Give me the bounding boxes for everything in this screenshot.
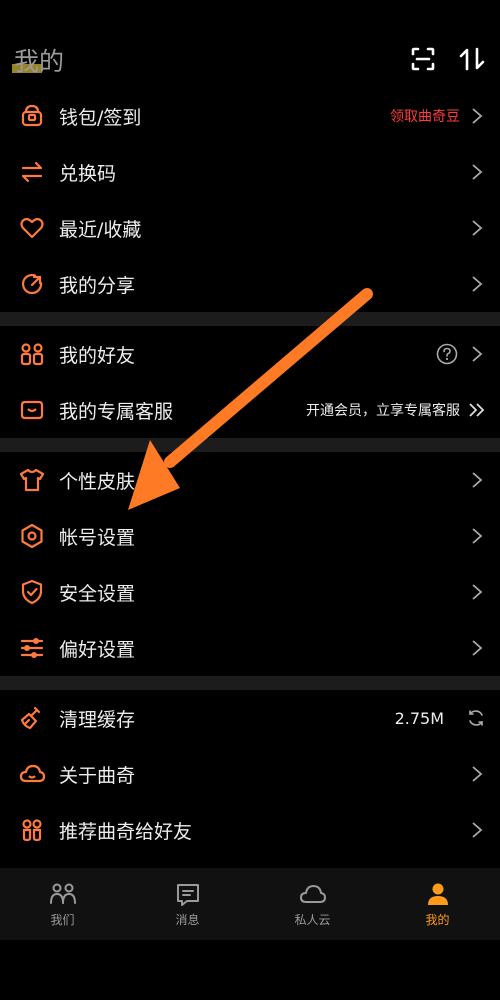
menu-item-clear-cache[interactable]: 清理缓存 2.75M [0,690,500,746]
menu-item-recent-favorites[interactable]: 最近/收藏 [0,200,500,256]
menu-label: 安全设置 [59,582,136,605]
menu-label: 我的好友 [59,344,136,367]
service-promo-text[interactable]: 开通会员，立享专属客服 [306,400,460,420]
double-chevron-right-icon [469,403,485,417]
menu-item-preferences[interactable]: 偏好设置 [0,620,500,676]
menu-label: 帐号设置 [59,526,136,549]
section-settings: 个性皮肤 帐号设置 安全设置 偏好设置 [0,452,500,676]
friends-icon [20,343,44,366]
chevron-right-icon [472,220,483,236]
chevron-right-icon [472,276,483,292]
scan-icon[interactable] [408,44,438,74]
message-icon [176,883,199,906]
menu-label: 推荐曲奇给好友 [59,820,193,843]
section-divider [0,312,500,326]
settings-icon [21,523,43,549]
sliders-icon [20,638,44,658]
chevron-right-icon [472,640,483,656]
tab-label: 消息 [175,912,200,927]
bottom-tab-bar: 我们 消息 私人云 我的 [0,868,500,940]
menu-label: 关于曲奇 [59,764,136,787]
tab-private-cloud[interactable]: 私人云 [250,868,375,940]
bottom-blank-area [0,940,500,1000]
menu-item-security-settings[interactable]: 安全设置 [0,564,500,620]
chevron-right-icon [472,528,483,544]
chevron-right-icon [472,766,483,782]
menu-label: 我的分享 [59,274,136,297]
menu-item-my-friends[interactable]: 我的好友 [0,326,500,382]
menu-item-my-shares[interactable]: 我的分享 [0,256,500,312]
tab-mine[interactable]: 我的 [375,868,500,940]
wallet-icon [21,104,43,127]
tab-label: 我们 [50,912,75,927]
menu-label: 兑换码 [59,162,117,185]
refresh-icon[interactable] [466,708,486,728]
people-icon [49,883,76,904]
menu-item-recommend[interactable]: 推荐曲奇给好友 [0,802,500,858]
section-account: 钱包/签到 领取曲奇豆 兑换码 最近/收藏 我的分享 [0,88,500,312]
menu-label: 个性皮肤 [59,470,136,493]
cloud-icon [299,884,326,903]
menu-item-about[interactable]: 关于曲奇 [0,746,500,802]
page-title: 我的 [14,47,65,76]
cloud-icon [19,764,46,783]
recommend-icon [22,819,42,842]
menu-item-exchange-code[interactable]: 兑换码 [0,144,500,200]
exchange-icon [21,161,43,183]
menu-item-wallet[interactable]: 钱包/签到 领取曲奇豆 [0,88,500,144]
chevron-right-icon [472,822,483,838]
tab-messages[interactable]: 消息 [125,868,250,940]
menu-label: 最近/收藏 [59,218,142,241]
chevron-right-icon [472,472,483,488]
menu-label: 偏好设置 [59,638,136,661]
chevron-right-icon [472,164,483,180]
service-icon [20,400,44,420]
tab-label: 我的 [425,912,450,927]
shirt-icon [19,468,45,492]
heart-icon [20,217,44,239]
help-icon[interactable] [436,343,458,365]
section-about: 清理缓存 2.75M 关于曲奇 推荐曲奇给好友 [0,690,500,858]
top-bar: 我的 [0,0,500,88]
section-divider [0,438,500,452]
chevron-right-icon [472,584,483,600]
share-icon [21,273,43,295]
chevron-right-icon [472,346,483,362]
broom-icon [20,706,41,730]
person-icon [427,883,448,905]
menu-item-skins[interactable]: 个性皮肤 [0,452,500,508]
section-social: 我的好友 我的专属客服 开通会员，立享专属客服 [0,326,500,438]
sort-icon[interactable] [457,44,487,74]
shield-icon [21,579,43,605]
section-divider [0,676,500,690]
chevron-right-icon [472,108,483,124]
cache-size: 2.75M [394,708,444,728]
wallet-promo-text[interactable]: 领取曲奇豆 [390,106,460,126]
menu-item-account-settings[interactable]: 帐号设置 [0,508,500,564]
tab-us[interactable]: 我们 [0,868,125,940]
menu-item-exclusive-service[interactable]: 我的专属客服 开通会员，立享专属客服 [0,382,500,438]
tab-label: 私人云 [294,912,331,927]
